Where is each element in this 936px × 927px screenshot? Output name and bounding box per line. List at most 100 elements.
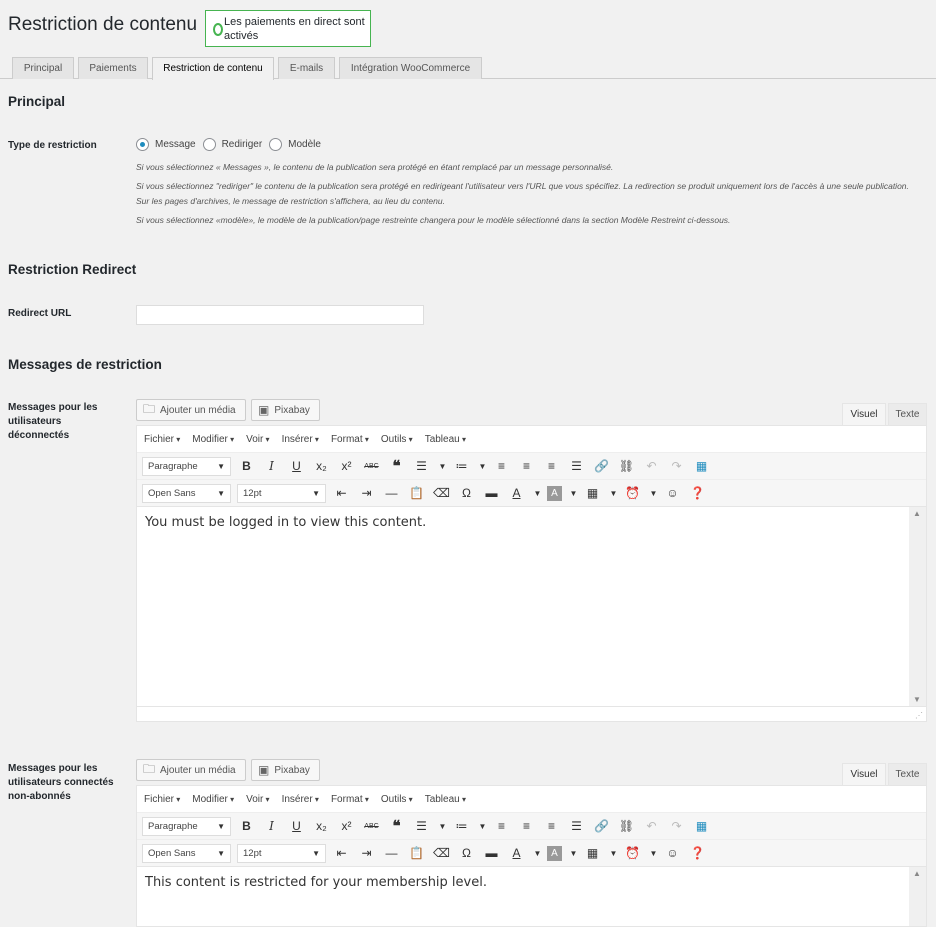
tab-restriction-de-contenu[interactable]: Restriction de contenu (152, 57, 274, 80)
subscript-icon[interactable]: x₂ (312, 817, 331, 836)
scroll-up-icon[interactable]: ▲ (913, 869, 921, 878)
undo-icon[interactable]: ↶ (642, 817, 661, 836)
table-icon[interactable]: ▦ (583, 484, 602, 503)
editor-scrollbar[interactable]: ▲ ▼ (909, 507, 926, 706)
redo-icon[interactable]: ↷ (667, 817, 686, 836)
bold-icon[interactable]: B (237, 817, 256, 836)
font-size-select[interactable]: 12pt ▼ (237, 843, 326, 863)
radio-rediriger[interactable]: Rediriger (202, 138, 262, 151)
text-color-dropdown-icon[interactable]: ▼ (532, 484, 543, 503)
menu-fichier[interactable]: Fichier (144, 794, 180, 805)
align-justify-icon[interactable]: ☰ (567, 457, 586, 476)
align-right-icon[interactable]: ≡ (542, 457, 561, 476)
text-color-icon[interactable]: A (507, 844, 526, 863)
font-family-select[interactable]: Open Sans ▼ (142, 483, 231, 503)
special-character-icon[interactable]: Ω (457, 484, 476, 503)
bullet-list-dropdown-icon[interactable]: ▼ (437, 457, 448, 476)
bullet-list-dropdown-icon[interactable]: ▼ (437, 817, 448, 836)
tab-principal[interactable]: Principal (12, 57, 74, 79)
text-color-icon[interactable]: A (507, 484, 526, 503)
numbered-list-icon[interactable]: ≔ (452, 817, 471, 836)
link-icon[interactable]: 🔗 (592, 817, 611, 836)
table-dropdown-icon[interactable]: ▼ (608, 844, 619, 863)
clock-dropdown-icon[interactable]: ▼ (648, 844, 659, 863)
calendar-icon[interactable]: ▦ (692, 817, 711, 836)
tab-visual[interactable]: Visuel (842, 763, 886, 786)
unlink-icon[interactable]: ⛓ (617, 817, 636, 836)
numbered-list-icon[interactable]: ≔ (452, 457, 471, 476)
background-color-icon[interactable]: A (547, 845, 562, 861)
clock-dropdown-icon[interactable]: ▼ (648, 484, 659, 503)
align-center-icon[interactable]: ≡ (517, 817, 536, 836)
tab-visual[interactable]: Visuel (842, 403, 886, 426)
menu-fichier[interactable]: Fichier (144, 434, 180, 445)
blockquote-icon[interactable]: ❝ (387, 817, 406, 836)
block-format-select[interactable]: Paragraphe ▼ (142, 456, 231, 476)
background-color-icon[interactable]: A (547, 485, 562, 501)
underline-icon[interactable]: U (287, 817, 306, 836)
background-color-dropdown-icon[interactable]: ▼ (568, 844, 579, 863)
clock-icon[interactable]: ⏰ (623, 484, 642, 503)
menu-tableau[interactable]: Tableau (425, 434, 466, 445)
menu-inserer[interactable]: Insérer (282, 434, 319, 445)
menu-format[interactable]: Format (331, 794, 369, 805)
tab-integration-woocommerce[interactable]: Intégration WooCommerce (339, 57, 482, 79)
menu-outils[interactable]: Outils (381, 434, 413, 445)
outdent-icon[interactable]: ⇤ (332, 844, 351, 863)
radio-modele[interactable]: Modèle (269, 138, 321, 151)
menu-outils[interactable]: Outils (381, 794, 413, 805)
align-center-icon[interactable]: ≡ (517, 457, 536, 476)
table-dropdown-icon[interactable]: ▼ (608, 484, 619, 503)
redirect-url-input[interactable] (136, 305, 424, 325)
paste-text-icon[interactable]: 📋 (407, 844, 426, 863)
bullet-list-icon[interactable]: ☰ (412, 457, 431, 476)
numbered-list-dropdown-icon[interactable]: ▼ (477, 817, 488, 836)
read-more-icon[interactable]: ▬ (482, 484, 501, 503)
italic-icon[interactable]: I (262, 457, 281, 476)
superscript-icon[interactable]: x² (337, 457, 356, 476)
clear-formatting-icon[interactable]: ⌫ (432, 844, 451, 863)
radio-modele-circle[interactable] (269, 138, 283, 151)
indent-icon[interactable]: ⇥ (357, 844, 376, 863)
clock-icon[interactable]: ⏰ (623, 844, 642, 863)
scroll-up-icon[interactable]: ▲ (913, 509, 921, 518)
align-left-icon[interactable]: ≡ (492, 817, 511, 836)
radio-message-circle[interactable] (136, 138, 149, 151)
pixabay-button[interactable]: ▣ Pixabay (251, 759, 320, 781)
add-media-button[interactable]: 🗀 Ajouter un média (136, 399, 246, 421)
add-media-button[interactable]: 🗀 Ajouter un média (136, 759, 246, 781)
blockquote-icon[interactable]: ❝ (387, 457, 406, 476)
menu-tableau[interactable]: Tableau (425, 794, 466, 805)
editor-scrollbar[interactable]: ▲ (909, 867, 926, 926)
editor-content-area[interactable]: You must be logged in to view this conte… (137, 506, 926, 706)
horizontal-line-icon[interactable]: — (382, 484, 401, 503)
radio-message[interactable]: Message (136, 138, 196, 151)
align-justify-icon[interactable]: ☰ (567, 817, 586, 836)
help-icon[interactable]: ❓ (688, 484, 707, 503)
pixabay-button[interactable]: ▣ Pixabay (251, 399, 320, 421)
menu-voir[interactable]: Voir (246, 794, 269, 805)
tab-paiements[interactable]: Paiements (78, 57, 148, 79)
tab-text[interactable]: Texte (888, 403, 927, 426)
font-family-select[interactable]: Open Sans ▼ (142, 843, 231, 863)
paste-text-icon[interactable]: 📋 (407, 484, 426, 503)
resize-grip-icon[interactable]: ⋰ (915, 711, 923, 720)
redo-icon[interactable]: ↷ (667, 457, 686, 476)
table-icon[interactable]: ▦ (583, 844, 602, 863)
menu-modifier[interactable]: Modifier (192, 794, 234, 805)
bullet-list-icon[interactable]: ☰ (412, 817, 431, 836)
align-left-icon[interactable]: ≡ (492, 457, 511, 476)
italic-icon[interactable]: I (262, 817, 281, 836)
editor-content-area[interactable]: This content is restricted for your memb… (137, 866, 926, 926)
tab-e-mails[interactable]: E-mails (278, 57, 335, 79)
unlink-icon[interactable]: ⛓ (617, 457, 636, 476)
bold-icon[interactable]: B (237, 457, 256, 476)
emoticons-icon[interactable]: ☺ (663, 844, 682, 863)
indent-icon[interactable]: ⇥ (357, 484, 376, 503)
strikethrough-icon[interactable]: ABC (362, 817, 381, 836)
menu-modifier[interactable]: Modifier (192, 434, 234, 445)
undo-icon[interactable]: ↶ (642, 457, 661, 476)
special-character-icon[interactable]: Ω (457, 844, 476, 863)
text-color-dropdown-icon[interactable]: ▼ (532, 844, 543, 863)
menu-voir[interactable]: Voir (246, 434, 269, 445)
